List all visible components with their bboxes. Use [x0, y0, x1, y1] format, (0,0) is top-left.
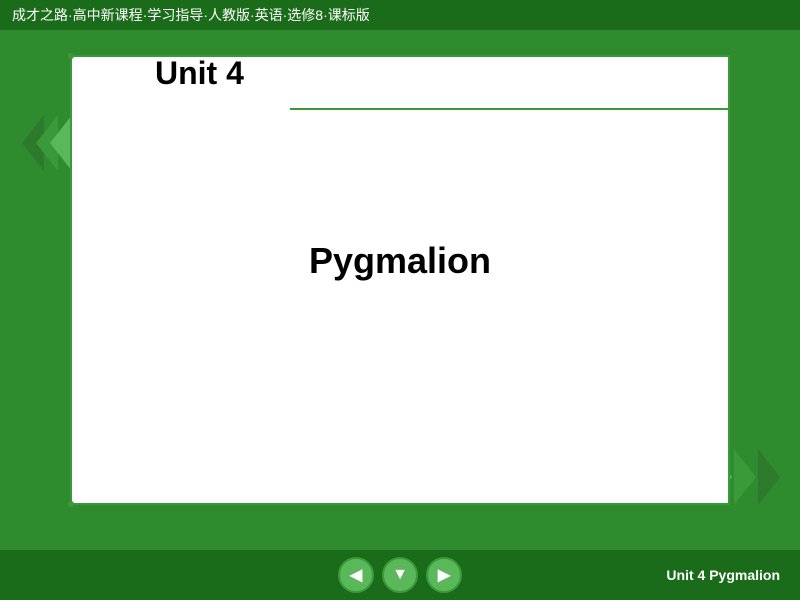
main-subtitle: Pygmalion — [0, 240, 800, 282]
bottom-unit-label: Unit 4 Pygmalion — [666, 567, 780, 583]
header-bar: 成才之路·高中新课程·学习指导·人教版·英语·选修8·课标版 — [0, 0, 800, 30]
chevron-left-3 — [50, 115, 72, 171]
bottom-navigation-bar: ◀ ▼ ▶ Unit 4 Pygmalion — [0, 550, 800, 600]
nav-buttons-group: ◀ ▼ ▶ — [338, 557, 462, 593]
chevron-right-2 — [734, 449, 756, 505]
left-chevrons-decoration — [30, 115, 72, 171]
corner-dot-top-left — [68, 53, 74, 59]
back-arrow-icon: ◀ — [350, 565, 362, 585]
down-arrow-icon: ▼ — [392, 566, 408, 584]
corner-dot-bottom-left — [68, 501, 74, 507]
forward-arrow-icon: ▶ — [438, 565, 450, 585]
unit-divider-line — [290, 108, 728, 110]
nav-back-button[interactable]: ◀ — [338, 557, 374, 593]
unit-title: Unit 4 — [155, 55, 244, 92]
chevron-right-3 — [758, 449, 780, 505]
header-title: 成才之路·高中新课程·学习指导·人教版·英语·选修8·课标版 — [12, 5, 370, 25]
nav-forward-button[interactable]: ▶ — [426, 557, 462, 593]
nav-down-button[interactable]: ▼ — [382, 557, 418, 593]
